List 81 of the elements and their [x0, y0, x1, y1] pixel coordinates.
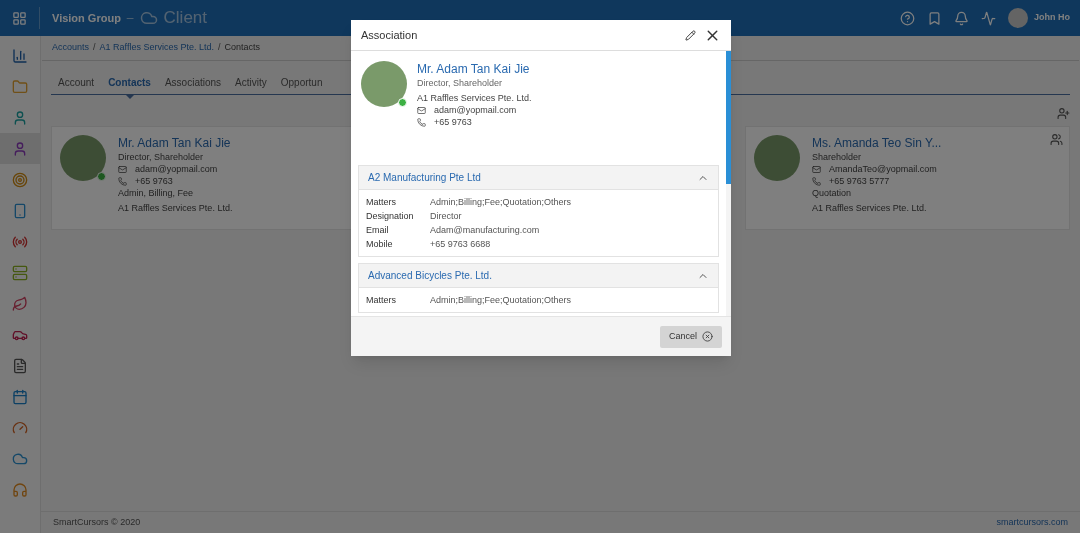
contact-name[interactable]: Ms. Amanda Teo Sin Y...	[812, 135, 942, 151]
email-icon	[417, 105, 426, 115]
contact-roles: Director, Shareholder	[417, 77, 504, 89]
contact-roles: Shareholder	[812, 151, 863, 163]
edit-icon[interactable]	[685, 29, 696, 41]
phone-icon	[417, 117, 426, 127]
app-group-name: Vision Group	[52, 10, 121, 26]
photo-placeholder	[60, 135, 106, 181]
title-separator: –	[126, 10, 134, 27]
close-circle-icon	[702, 331, 713, 342]
footer-link[interactable]: smartcursors.com	[996, 515, 1068, 530]
photo-placeholder	[361, 61, 407, 107]
tab[interactable]: Contacts	[101, 75, 158, 94]
phone-icon	[118, 176, 127, 186]
group-icon[interactable]	[1050, 133, 1063, 146]
chart-icon	[12, 47, 28, 64]
contact-email: AmandaTeo@yopmail.com	[829, 163, 937, 175]
scrollbar-thumb[interactable]	[726, 51, 731, 184]
field-label: Email	[366, 224, 390, 236]
tab[interactable]: Account	[51, 75, 102, 94]
person-icon	[12, 109, 28, 126]
notification-icon[interactable]	[954, 10, 969, 26]
breadcrumb-link[interactable]: Accounts	[52, 41, 90, 55]
user-avatar[interactable]	[1008, 8, 1028, 28]
panel-title: A2 Manufacturing Pte Ltd	[368, 171, 481, 185]
dialog-title: Association	[361, 27, 418, 43]
gauge-icon	[12, 419, 28, 436]
user-name[interactable]: John Ho	[1034, 11, 1070, 25]
field-label: Mobile	[366, 238, 394, 250]
contact-email: adam@yopmail.com	[135, 163, 218, 175]
folder-icon	[12, 78, 28, 95]
person-icon	[12, 140, 28, 157]
sidebar-item[interactable]	[0, 133, 40, 164]
contact-name[interactable]: Mr. Adam Tan Kai Jie	[118, 135, 233, 151]
copyright-text: SmartCursors © 2020	[53, 515, 141, 529]
calendar-icon	[12, 388, 28, 405]
field-value: +65 9763 6688	[430, 238, 492, 250]
email-icon	[812, 164, 821, 174]
contact-matters: Admin, Billing, Fee	[118, 187, 195, 199]
field-label: Matters	[366, 294, 397, 306]
breadcrumb-separator: /	[93, 41, 96, 55]
contact-roles: Director, Shareholder	[118, 151, 205, 163]
contact-company: A1 Raffles Services Pte. Ltd.	[417, 92, 532, 104]
headset-icon	[12, 481, 28, 498]
tab[interactable]: Associations	[157, 75, 229, 94]
contact-phone: +65 9763	[135, 175, 173, 187]
contact-matters: Quotation	[812, 187, 853, 199]
breadcrumb-link[interactable]: A1 Raffles Services Pte. Ltd.	[99, 41, 214, 55]
contact-email: adam@yopmail.com	[434, 104, 517, 116]
module-title: Client	[163, 7, 207, 30]
tab[interactable]: Activity	[228, 75, 274, 94]
email-icon	[118, 164, 127, 174]
field-label: Designation	[366, 210, 415, 222]
panel-header[interactable]: Advanced Bicycles Pte. Ltd.	[359, 264, 718, 288]
leaf-icon	[12, 295, 28, 312]
panel-header[interactable]: A2 Manufacturing Pte Ltd	[359, 166, 718, 190]
panel-icon	[12, 264, 28, 281]
contact-phone: +65 9763	[434, 116, 472, 128]
field-value: Adam@manufacturing.com	[430, 224, 541, 236]
field-value: Admin;Billing;Fee;Quotation;Others	[430, 196, 573, 208]
breadcrumb-separator: /	[217, 41, 221, 55]
tab[interactable]: Opportun	[273, 75, 330, 94]
contact-phone: +65 9763 5777	[829, 175, 890, 187]
phone-icon	[812, 176, 821, 186]
contact-company: A1 Raffles Services Pte. Ltd.	[812, 202, 928, 214]
add-people-icon[interactable]	[1057, 107, 1070, 120]
document-icon	[12, 357, 28, 374]
bookmark-icon[interactable]	[927, 10, 942, 26]
contact-company: A1 Raffles Services Pte. Ltd.	[118, 202, 233, 214]
field-value: Director	[430, 210, 463, 222]
field-value: Admin;Billing;Fee;Quotation;Others	[430, 294, 573, 306]
contact-name: Mr. Adam Tan Kai Jie	[417, 61, 531, 77]
app-grid-icon[interactable]	[12, 10, 27, 26]
field-label: Matters	[366, 196, 397, 208]
photo-placeholder	[754, 135, 800, 181]
phone-icon	[12, 202, 28, 219]
help-icon[interactable]	[900, 10, 915, 26]
cancel-button[interactable]: Cancel	[660, 325, 722, 348]
panel-title: Advanced Bicycles Pte. Ltd.	[368, 269, 492, 283]
activity-icon[interactable]	[981, 10, 996, 26]
target-icon	[12, 171, 28, 188]
